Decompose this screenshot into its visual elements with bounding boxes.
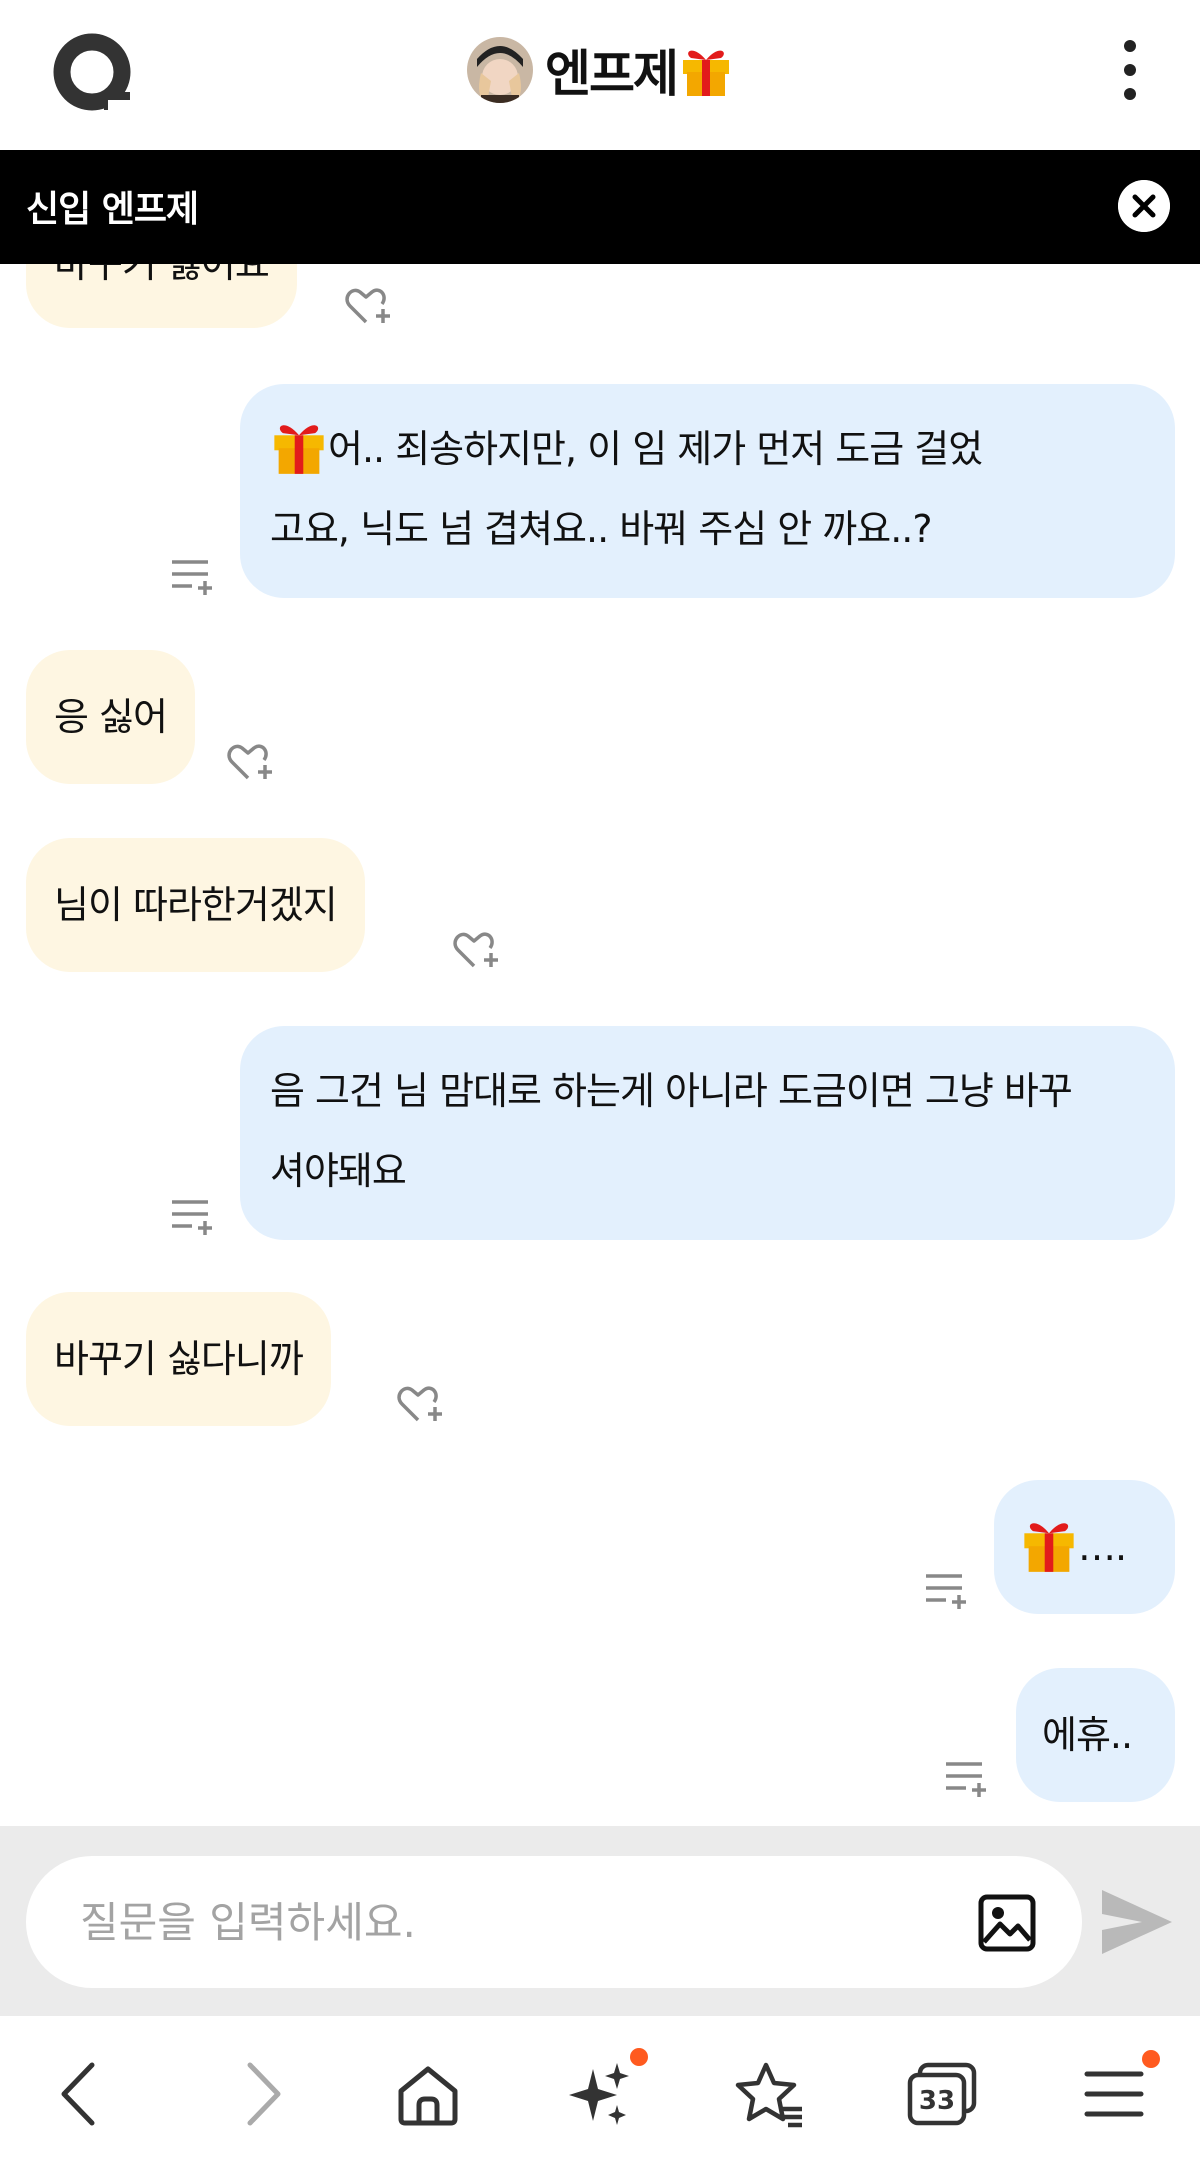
main-menu-button[interactable] — [1074, 2050, 1160, 2134]
message-line: …. — [1020, 1505, 1157, 1589]
room-banner: 신입 엔프제 — [0, 150, 1200, 264]
banner-label: 신입 엔프제 — [26, 189, 199, 230]
notification-dot — [1142, 2050, 1160, 2068]
sparkle-icon — [569, 2063, 629, 2125]
user-message: 어.. 죄송하지만, 이 임 제가 먼저 도금 걸었 고요, 닉도 넘 겹쳐요.… — [240, 384, 1175, 598]
hamburger-menu-icon — [1084, 2071, 1144, 2117]
back-button[interactable] — [42, 2054, 122, 2134]
avatar[interactable] — [467, 37, 533, 103]
heart-add-icon[interactable] — [344, 286, 392, 330]
bot-message: 님이 따라한거겠지 — [26, 838, 365, 972]
user-message: 음 그건 님 맘대로 하는게 아니라 도금이면 그냥 바꾸 셔야돼요 — [240, 1026, 1175, 1240]
notification-dot — [630, 2048, 648, 2066]
send-icon[interactable] — [1100, 1886, 1174, 1958]
tab-count: 33 — [919, 2086, 955, 2116]
message-line: 어.. 죄송하지만, 이 임 제가 먼저 도금 걸었 — [270, 407, 1145, 491]
gift-icon — [683, 50, 729, 96]
bot-message: 바꾸기 싫어요 — [26, 264, 297, 328]
kebab-menu-icon[interactable] — [1120, 38, 1140, 102]
input-container[interactable] — [26, 1856, 1082, 1988]
chat-title: 엔프제 — [545, 45, 679, 103]
bookmark-star-icon — [735, 2062, 802, 2128]
list-add-icon[interactable] — [170, 558, 214, 596]
bot-message: 응 싫어 — [26, 650, 195, 784]
forward-button[interactable] — [220, 2054, 300, 2134]
back-icon — [61, 2062, 95, 2126]
user-message: 에휴.. — [1016, 1668, 1175, 1802]
message-composer — [0, 1826, 1200, 2016]
home-icon — [398, 2066, 458, 2126]
message-input[interactable] — [80, 1890, 960, 1954]
list-add-icon[interactable] — [170, 1198, 214, 1236]
gift-icon — [274, 425, 324, 474]
ai-sparkle-button[interactable] — [560, 2048, 648, 2134]
image-attach-icon[interactable] — [978, 1894, 1036, 1952]
heart-add-icon[interactable] — [396, 1384, 444, 1428]
tabs-icon: 33 — [907, 2062, 977, 2126]
heart-add-icon[interactable] — [226, 742, 274, 786]
list-add-icon[interactable] — [944, 1760, 988, 1798]
tabs-button[interactable]: 33 — [902, 2054, 982, 2134]
gift-icon — [1024, 1523, 1074, 1572]
chat-title-area[interactable]: 엔프제 — [0, 28, 1200, 112]
list-add-icon[interactable] — [924, 1572, 968, 1610]
heart-add-icon[interactable] — [452, 930, 500, 974]
user-message: …. — [994, 1480, 1175, 1614]
close-icon[interactable] — [1118, 180, 1170, 232]
bookmarks-button[interactable] — [730, 2054, 810, 2134]
forward-icon — [247, 2062, 281, 2126]
chat-message-list[interactable]: 바꾸기 싫어요 어.. 죄송하지만, 이 임 제가 먼저 도금 걸었 고요, 닉… — [0, 264, 1200, 1826]
browser-bottom-nav: 33 — [0, 2016, 1200, 2171]
home-button[interactable] — [388, 2054, 468, 2134]
app-header: 엔프제 — [0, 0, 1200, 150]
bot-message: 바꾸기 싫다니까 — [26, 1292, 331, 1426]
